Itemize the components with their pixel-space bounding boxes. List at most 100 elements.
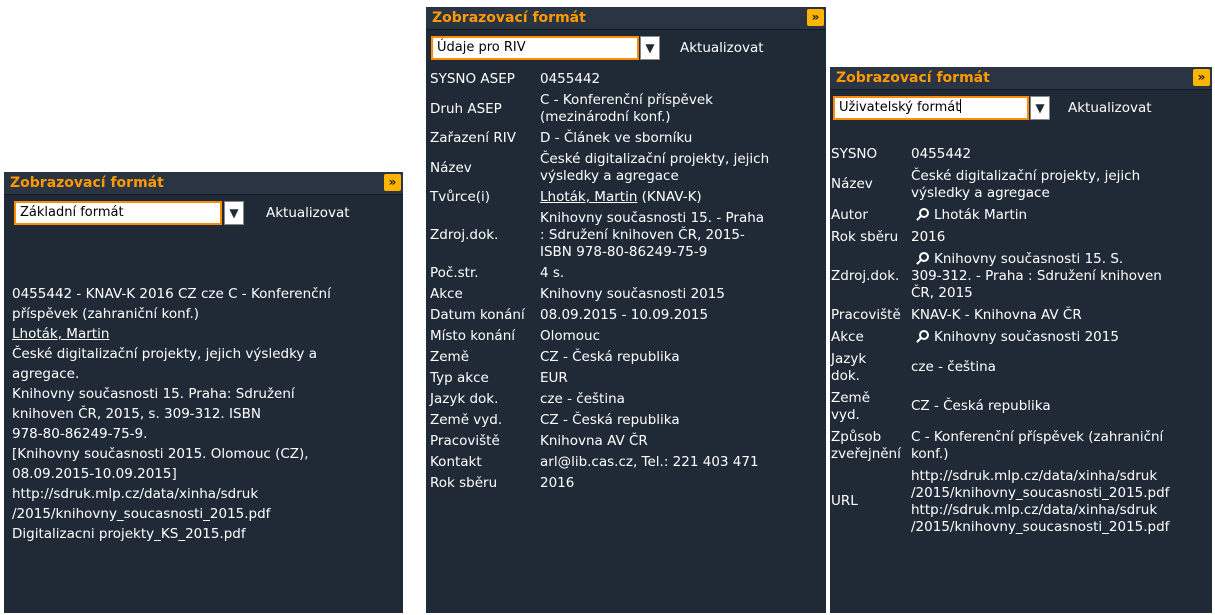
field-value: D - Článek ve sborníku — [540, 128, 769, 149]
label-line: URL — [831, 493, 858, 509]
record-table: SYSNO ASEP 0455442 Druh ASEP C - Konferenčn… — [426, 69, 826, 494]
magnifier-icon[interactable] — [915, 251, 929, 264]
value-text: Lhoták Martin — [934, 206, 1028, 223]
record-line: knihoven ČR, 2015, s. 309-312. ISBN — [12, 406, 261, 422]
field-value: Knihovny současnosti 2015 — [911, 326, 1169, 348]
value-line: ČR, 2015 — [911, 285, 1169, 302]
table-row: Rok sběru 2016 — [426, 473, 769, 494]
format-select[interactable]: Uživatelský formát — [833, 96, 1029, 120]
field-value: Knihovny současnosti 15. - Praha: Sdruže… — [540, 208, 769, 263]
value-line: (mezinárodní konf.) — [540, 109, 671, 125]
double-chevron-right-icon[interactable]: » — [384, 174, 401, 191]
double-chevron-right-icon[interactable]: » — [807, 9, 824, 26]
value-line: arl@lib.cas.cz, Tel.: 221 403 471 — [540, 454, 759, 470]
table-row: Pracoviště KNAV-K - Knihovna AV ČR — [830, 304, 1169, 326]
field-value: KNAV-K - Knihovna AV ČR — [911, 304, 1169, 326]
url-line[interactable]: http://sdruk.mlp.cz/data/xinha/sdruk — [911, 468, 1169, 485]
value-line: D - Článek ve sborníku — [540, 130, 693, 146]
field-label: Jazyk dok. — [830, 348, 911, 387]
table-row: Poč.str. 4 s. — [426, 263, 769, 284]
table-row: Druh ASEP C - Konferenční příspěvek (mezin… — [426, 90, 769, 128]
field-value: C - Konferenční příspěvek (mezinárodní ko… — [540, 90, 769, 128]
field-label: Zařazení RIV — [430, 130, 516, 146]
chevron-down-icon[interactable]: ▼ — [1030, 96, 1050, 120]
value-line: 309-312. - Praha : Sdružení knihoven — [911, 268, 1169, 285]
field-label: Jazyk dok. — [430, 391, 499, 407]
field-label: URL — [830, 465, 911, 538]
value-text: 2016 — [911, 228, 946, 245]
field-label: Rok sběru — [430, 475, 498, 491]
value-line: ISBN 978-80-86249-75-9 — [540, 244, 708, 260]
value-text: České digitalizační projekty, jejich — [911, 167, 1141, 184]
panel-user-format: Zobrazovací formát » Uživatelský formát … — [830, 67, 1212, 613]
update-button[interactable]: Aktualizovat — [266, 205, 350, 221]
magnifier-icon[interactable] — [915, 207, 929, 220]
label-line: SYSNO — [831, 145, 878, 162]
table-row: Způsob zveřejnění C - Konferenční příspěve… — [830, 426, 1169, 465]
panel-title: Zobrazovací formát — [836, 70, 990, 86]
field-value: 4 s. — [540, 263, 769, 284]
field-label: Pracoviště — [830, 304, 911, 326]
field-label: Akce — [830, 326, 911, 348]
label-line: Jazyk — [831, 350, 867, 367]
value-text: Knihovny současnosti 2015 — [934, 328, 1119, 345]
panel-basic-format: Zobrazovací formát » Základní formát ▼ A… — [4, 172, 403, 613]
value-text: výsledky a agregace — [911, 184, 1050, 201]
table-row: Rok sběru 2016 — [830, 226, 1169, 248]
value-line: CZ - Česká republika — [540, 349, 680, 365]
value-line: 08.09.2015 - 10.09.2015 — [540, 307, 709, 323]
value-line: 2016 — [911, 229, 1169, 246]
field-value: 2016 — [911, 226, 1169, 248]
value-text: konf.) — [911, 445, 949, 462]
url-line[interactable]: http://sdruk.mlp.cz/data/xinha/sdruk — [911, 502, 1169, 519]
magnifier-icon[interactable] — [915, 329, 929, 342]
record-line: http://sdruk.mlp.cz/data/xinha/sdruk — [12, 486, 259, 502]
value-text: /2015/knihovny_soucasnosti_2015.pdf — [911, 484, 1170, 501]
value-line: výsledky a agregace — [911, 185, 1169, 202]
field-value: C - Konferenční příspěvek (zahraniční kon… — [911, 426, 1169, 465]
record-text: 0455442 - KNAV-K 2016 CZ cze C - Konfere… — [12, 284, 331, 544]
label-line: Zdroj.dok. — [831, 267, 900, 284]
double-chevron-right-icon[interactable]: » — [1193, 69, 1210, 86]
chevron-down-icon[interactable]: ▼ — [640, 36, 660, 60]
field-label: Pracoviště — [430, 433, 500, 449]
value-line: CZ - Česká republika — [540, 412, 680, 428]
value-line: C - Konferenční příspěvek (zahraniční — [911, 429, 1169, 446]
value-text: cze - čeština — [911, 359, 996, 375]
field-value: cze - čeština — [540, 389, 769, 410]
label-line: Autor — [831, 206, 868, 223]
field-value: 08.09.2015 - 10.09.2015 — [540, 305, 769, 326]
format-select[interactable]: Základní formát — [14, 201, 222, 225]
url-line[interactable]: /2015/knihovny_soucasnosti_2015.pdf — [911, 519, 1169, 536]
format-select-value: Uživatelský formát — [839, 100, 961, 115]
table-row: Místo konání Olomouc — [426, 326, 769, 347]
record-line: 0455442 - KNAV-K 2016 CZ cze C - Konfere… — [12, 286, 331, 302]
update-button[interactable]: Aktualizovat — [1068, 100, 1152, 116]
record-line: Knihovny současnosti 15. Praha: Sdružení — [12, 386, 295, 402]
author-link[interactable]: Lhoták, Martin — [12, 324, 331, 344]
chevron-down-icon[interactable]: ▼ — [224, 201, 244, 225]
value-line: České digitalizační projekty, jejich — [540, 151, 770, 167]
format-select[interactable]: Údaje pro RIV — [431, 36, 639, 60]
label-line: Název — [831, 176, 873, 192]
value-line: 4 s. — [540, 265, 565, 281]
record-line: [Knihovny současnosti 2015. Olomouc (CZ)… — [12, 446, 309, 462]
record-line: Digitalizacni projekty_KS_2015.pdf — [12, 526, 246, 542]
update-button[interactable]: Aktualizovat — [680, 40, 764, 56]
label-line: Rok sběru — [831, 228, 899, 245]
value-line: České digitalizační projekty, jejich — [911, 168, 1169, 185]
url-line[interactable]: /2015/knihovny_soucasnosti_2015.pdf — [911, 485, 1169, 502]
field-value: EUR — [540, 368, 769, 389]
author-link[interactable]: Lhoták, Martin — [540, 189, 637, 205]
field-label: Zdroj.dok. — [430, 227, 499, 243]
value-line: 0455442 — [911, 146, 1169, 163]
table-row: SYSNO 0455442 — [830, 143, 1169, 165]
field-label: Název — [430, 159, 472, 176]
field-value: CZ - Česká republika — [540, 347, 769, 368]
field-value: Olomouc — [540, 326, 769, 347]
value-text: http://sdruk.mlp.cz/data/xinha/sdruk — [911, 467, 1158, 484]
value-line: Knihovna AV ČR — [540, 433, 648, 449]
field-label: Autor — [830, 204, 911, 226]
value-line: EUR — [540, 370, 568, 386]
label-line: dok. — [831, 367, 860, 384]
